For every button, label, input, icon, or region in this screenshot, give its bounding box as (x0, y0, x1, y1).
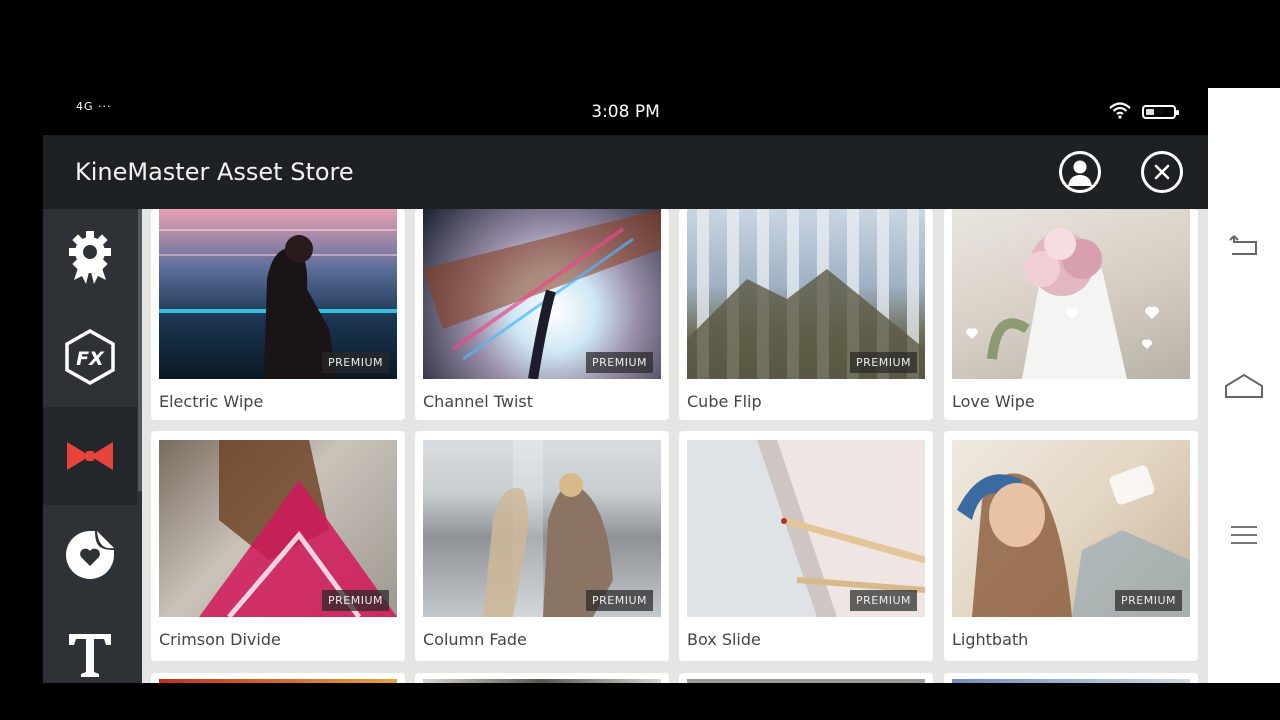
back-button[interactable] (1224, 225, 1264, 265)
asset-title: Channel Twist (423, 392, 534, 411)
asset-thumbnail: PREMIUM (952, 440, 1190, 617)
asset-title: Love Wipe (952, 392, 1035, 411)
asset-card[interactable] (679, 673, 933, 683)
asset-thumbnail: PREMIUM (423, 209, 661, 379)
bowtie-transition-icon (67, 442, 113, 470)
asset-thumbnail (952, 679, 1190, 683)
wifi-icon (1108, 101, 1132, 123)
sidebar-item-featured[interactable] (43, 209, 137, 307)
home-button[interactable] (1224, 366, 1264, 406)
asset-title: Cube Flip (687, 392, 762, 411)
status-bar: 4G ··· 3:08 PM 30 (43, 88, 1208, 135)
premium-badge: PREMIUM (849, 352, 917, 373)
asset-thumbnail (687, 679, 925, 683)
asset-title: Electric Wipe (159, 392, 264, 411)
account-button[interactable] (1059, 151, 1101, 193)
sticker-icon (66, 531, 114, 579)
asset-card[interactable]: PREMIUM Cube Flip (679, 209, 933, 420)
asset-title: Crimson Divide (159, 630, 281, 649)
battery-level: 30 (1153, 107, 1165, 116)
asset-thumbnail: PREMIUM (687, 440, 925, 617)
asset-title: Lightbath (952, 630, 1029, 649)
page-title: KineMaster Asset Store (75, 158, 354, 186)
sidebar-item-effects[interactable]: FX (43, 308, 137, 406)
award-gear-icon (69, 231, 111, 284)
close-button[interactable] (1141, 151, 1183, 193)
asset-card[interactable]: PREMIUM Crimson Divide (151, 431, 405, 661)
category-sidebar: FX (43, 209, 142, 683)
asset-thumbnail: PREMIUM (159, 440, 397, 617)
back-icon (1229, 235, 1257, 255)
fx-icon: FX (65, 328, 115, 386)
asset-thumbnail: PREMIUM (423, 440, 661, 617)
close-icon (1154, 164, 1170, 180)
premium-badge: PREMIUM (321, 352, 389, 373)
premium-badge: PREMIUM (585, 352, 653, 373)
premium-badge: PREMIUM (849, 590, 917, 611)
asset-thumbnail (423, 679, 661, 683)
asset-thumbnail: PREMIUM (159, 209, 397, 379)
asset-card[interactable]: Love Wipe (944, 209, 1198, 420)
asset-thumbnail (952, 209, 1190, 379)
asset-card[interactable]: PREMIUM Electric Wipe (151, 209, 405, 420)
asset-card[interactable]: PREMIUM Column Fade (415, 431, 669, 661)
svg-text:FX: FX (76, 348, 105, 370)
user-icon (1068, 160, 1092, 186)
system-nav-bar (1208, 88, 1280, 683)
asset-card[interactable] (151, 673, 405, 683)
asset-grid: PREMIUM Electric Wipe PREMIUM Channel Tw… (142, 209, 1208, 683)
battery-icon: 30 (1142, 105, 1179, 119)
status-right: 30 (1108, 101, 1179, 123)
asset-card[interactable]: PREMIUM Lightbath (944, 431, 1198, 661)
asset-card[interactable]: PREMIUM Channel Twist (415, 209, 669, 420)
asset-card[interactable] (944, 673, 1198, 683)
menu-button[interactable] (1224, 515, 1264, 555)
asset-thumbnail: PREMIUM (687, 209, 925, 379)
sidebar-item-transitions[interactable] (43, 407, 137, 505)
premium-badge: PREMIUM (321, 590, 389, 611)
status-time: 3:08 PM (591, 102, 660, 122)
premium-badge: PREMIUM (585, 590, 653, 611)
app-header: KineMaster Asset Store (43, 135, 1208, 209)
premium-badge: PREMIUM (1114, 590, 1182, 611)
menu-icon (1231, 526, 1257, 544)
asset-title: Column Fade (423, 630, 527, 649)
home-icon (1225, 373, 1263, 398)
asset-title: Box Slide (687, 630, 761, 649)
sidebar-item-text[interactable] (43, 605, 137, 683)
text-icon (69, 634, 111, 677)
asset-thumbnail (159, 679, 397, 683)
asset-card[interactable]: PREMIUM Box Slide (679, 431, 933, 661)
sidebar-item-stickers[interactable] (43, 506, 137, 604)
asset-card[interactable] (415, 673, 669, 683)
